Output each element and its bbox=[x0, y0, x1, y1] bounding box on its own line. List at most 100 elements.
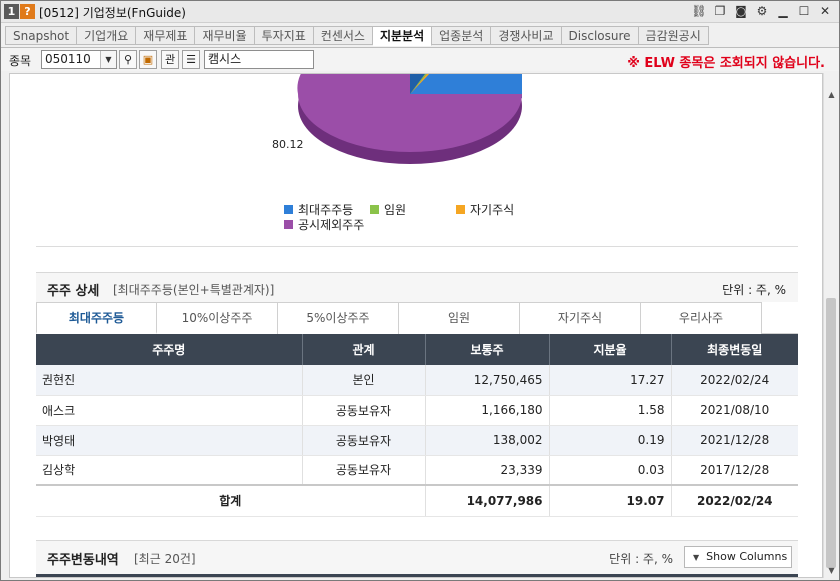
column-header: 주주명 bbox=[36, 334, 303, 365]
table-row: 박영태 공동보유자 138,002 0.19 2021/12/28 bbox=[36, 425, 798, 456]
legend-item-officers: 임원 bbox=[370, 201, 406, 218]
holder-percent: 1.58 bbox=[549, 395, 672, 426]
chevron-down-icon: ▼ bbox=[693, 553, 700, 562]
column-header: 최종변동일 bbox=[671, 334, 798, 365]
holders-section-header: 주주 상세 [최대주주등(본인+특별관계자)] 단위 : 주, % bbox=[36, 272, 798, 302]
scroll-thumb[interactable] bbox=[826, 298, 836, 568]
tab-financial-ratios[interactable]: 재무비율 bbox=[195, 26, 255, 45]
vertical-scrollbar[interactable]: ▲ ▼ bbox=[823, 73, 838, 578]
changes-table-header bbox=[36, 574, 798, 577]
subtab-10pct-holders[interactable]: 10%이상주주 bbox=[157, 302, 278, 334]
holder-change-date: 2021/12/28 bbox=[671, 425, 798, 456]
holder-percent: 0.03 bbox=[549, 455, 672, 486]
stock-code-input[interactable]: 050110 ▼ bbox=[41, 50, 117, 69]
subtab-major-holders[interactable]: 최대주주등 bbox=[36, 302, 157, 334]
pie-value-label: 80.12 bbox=[272, 138, 304, 151]
app-window: 1 ? [0512] 기업정보(FnGuide) ⛓ ❐ ◙ ⚙ ▁ ☐ ✕ S… bbox=[0, 0, 840, 581]
copy-icon[interactable]: ❐ bbox=[712, 3, 728, 19]
column-header: 관계 bbox=[302, 334, 426, 365]
holder-shares: 23,339 bbox=[425, 455, 550, 486]
section-title: 주주변동내역 bbox=[47, 553, 119, 568]
search-icon[interactable]: ⚲ bbox=[119, 50, 137, 69]
holder-percent: 17.27 bbox=[549, 365, 672, 396]
tab-fss-disclosure[interactable]: 금감원공시 bbox=[638, 26, 709, 45]
tab-consensus[interactable]: 컨센서스 bbox=[313, 26, 373, 45]
legend-swatch bbox=[456, 205, 465, 214]
subtab-officers[interactable]: 임원 bbox=[399, 302, 520, 334]
show-columns-button[interactable]: ▼ Show Columns bbox=[684, 546, 792, 568]
holder-relation: 공동보유자 bbox=[302, 395, 426, 426]
total-change-date: 2022/02/24 bbox=[671, 484, 798, 517]
tab-investment-indicators[interactable]: 투자지표 bbox=[254, 26, 314, 45]
scroll-down-icon[interactable]: ▼ bbox=[824, 563, 839, 578]
pie-slice-major bbox=[410, 74, 522, 94]
subtab-employee-stock[interactable]: 우리사주 bbox=[641, 302, 762, 334]
relation-button[interactable]: 관 bbox=[161, 50, 179, 69]
holder-shares: 138,002 bbox=[425, 425, 550, 456]
ownership-pie-chart bbox=[297, 74, 522, 164]
unit-label: 단위 : 주, % bbox=[609, 552, 673, 566]
help-badge[interactable]: ? bbox=[20, 4, 35, 19]
gear-icon[interactable]: ⚙ bbox=[754, 3, 770, 19]
screen-number-badge[interactable]: 1 bbox=[4, 4, 19, 19]
holder-relation: 공동보유자 bbox=[302, 425, 426, 456]
tab-peer-comparison[interactable]: 경쟁사비교 bbox=[491, 26, 562, 45]
table-row: 권현진 본인 12,750,465 17.27 2022/02/24 bbox=[36, 365, 798, 396]
holder-name: 애스크 bbox=[36, 395, 303, 426]
table-header-row: 주주명 관계 보통주 지분율 최종변동일 bbox=[36, 334, 798, 365]
legend-swatch bbox=[370, 205, 379, 214]
holder-shares: 12,750,465 bbox=[425, 365, 550, 396]
legend-swatch bbox=[284, 205, 293, 214]
maximize-icon[interactable]: ☐ bbox=[796, 3, 812, 19]
subtab-treasury-stock[interactable]: 자기주식 bbox=[520, 302, 641, 334]
tab-ownership-analysis[interactable]: 지분분석 bbox=[372, 26, 433, 46]
holder-percent: 0.19 bbox=[549, 425, 672, 456]
camera-icon[interactable]: ◙ bbox=[733, 3, 749, 19]
link-icon[interactable]: ⛓ bbox=[691, 3, 707, 19]
favorites-icon[interactable]: ▣ bbox=[139, 50, 157, 69]
unit-label: 단위 : 주, % bbox=[722, 283, 786, 297]
main-tabs: Snapshot 기업개요 재무제표 재무비율 투자지표 컨센서스 지분분석 업… bbox=[5, 26, 709, 46]
title-bar: 1 ? [0512] 기업정보(FnGuide) ⛓ ❐ ◙ ⚙ ▁ ☐ ✕ bbox=[1, 1, 839, 23]
window-title: [0512] 기업정보(FnGuide) bbox=[39, 6, 186, 20]
total-shares: 14,077,986 bbox=[425, 484, 550, 517]
legend-label: 임원 bbox=[384, 203, 407, 217]
tab-financial-statements[interactable]: 재무제표 bbox=[136, 26, 196, 45]
elw-warning: ※ ELW 종목은 조회되지 않습니다. bbox=[627, 56, 825, 71]
table-total-row: 합계 14,077,986 19.07 2022/02/24 bbox=[36, 484, 798, 517]
minimize-icon[interactable]: ▁ bbox=[775, 3, 791, 19]
section-subtitle: [최근 20건] bbox=[134, 552, 196, 566]
legend-item-others: 공시제외주주 bbox=[284, 216, 364, 233]
holder-relation: 본인 bbox=[302, 365, 426, 396]
stack-icon[interactable]: ☰ bbox=[182, 50, 200, 69]
section-title: 주주 상세 bbox=[47, 284, 100, 299]
holders-table: 주주명 관계 보통주 지분율 최종변동일 권현진 본인 12,750,465 1… bbox=[36, 334, 798, 517]
show-columns-label: Show Columns bbox=[706, 550, 788, 563]
close-icon[interactable]: ✕ bbox=[817, 3, 833, 19]
total-label: 합계 bbox=[36, 484, 426, 517]
table-row: 김상학 공동보유자 23,339 0.03 2017/12/28 bbox=[36, 455, 798, 486]
scroll-up-icon[interactable]: ▲ bbox=[824, 87, 839, 102]
holder-name: 김상학 bbox=[36, 455, 303, 486]
tab-snapshot[interactable]: Snapshot bbox=[5, 26, 78, 45]
legend-label: 자기주식 bbox=[470, 203, 515, 217]
company-name-field[interactable]: 캠시스 bbox=[204, 50, 314, 69]
tab-company-overview[interactable]: 기업개요 bbox=[77, 26, 137, 45]
holder-change-date: 2017/12/28 bbox=[671, 455, 798, 486]
toolbar: 종목 050110 ▼ ⚲ ▣ 관 ☰ 캠시스 ※ ELW 종목은 조회되지 않… bbox=[1, 47, 839, 71]
stock-code-label: 종목 bbox=[9, 54, 32, 68]
table-row: 애스크 공동보유자 1,166,180 1.58 2021/08/10 bbox=[36, 395, 798, 426]
subtab-5pct-holders[interactable]: 5%이상주주 bbox=[278, 302, 399, 334]
tab-industry-analysis[interactable]: 업종분석 bbox=[432, 26, 492, 45]
holder-change-date: 2021/08/10 bbox=[671, 395, 798, 426]
holder-name: 권현진 bbox=[36, 365, 303, 396]
section-divider bbox=[36, 246, 798, 247]
holder-subtabs: 최대주주등 10%이상주주 5%이상주주 임원 자기주식 우리사주 bbox=[36, 302, 798, 334]
legend-swatch bbox=[284, 220, 293, 229]
tab-disclosure[interactable]: Disclosure bbox=[561, 26, 639, 45]
content-panel: 80.12 최대주주등 임원 자기주식 공시제외주주 주주 상세 [최대주주등(… bbox=[9, 73, 823, 578]
chevron-down-icon[interactable]: ▼ bbox=[100, 51, 116, 68]
column-header: 지분율 bbox=[549, 334, 672, 365]
holder-relation: 공동보유자 bbox=[302, 455, 426, 486]
holder-shares: 1,166,180 bbox=[425, 395, 550, 426]
